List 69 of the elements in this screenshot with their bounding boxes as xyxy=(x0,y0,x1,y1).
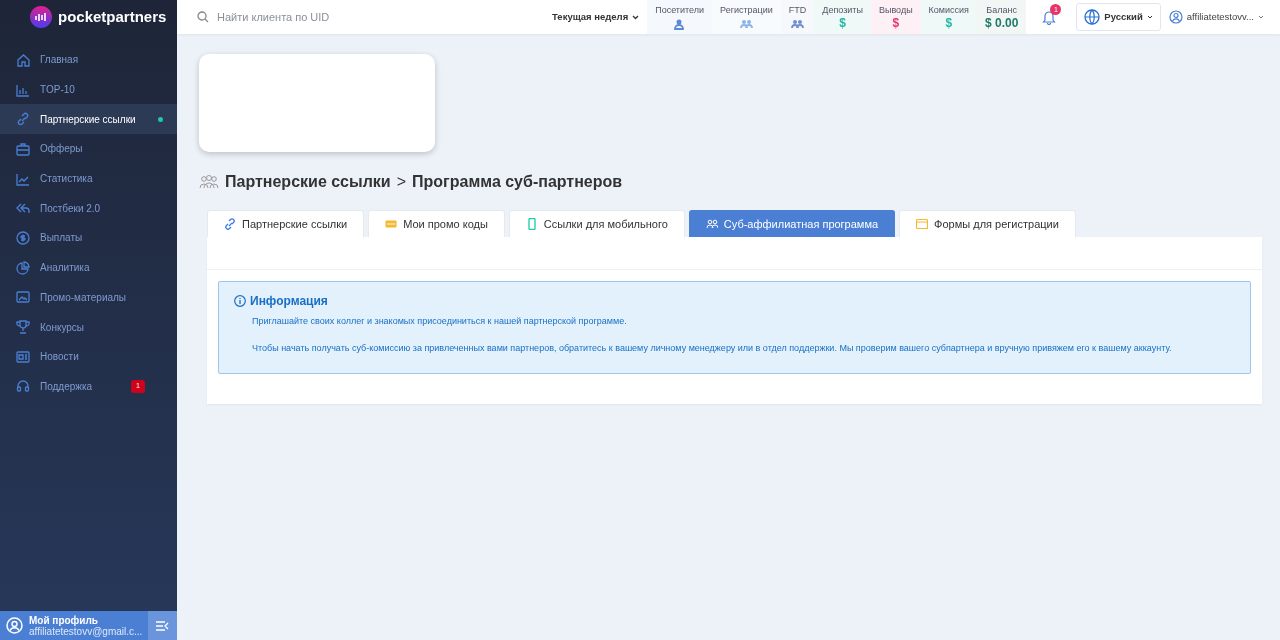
logo-icon xyxy=(30,6,52,28)
profile-title: Мой профиль xyxy=(29,614,100,626)
stat-value: $ 0.00 xyxy=(985,17,1019,31)
sidebar-item[interactable]: Промо-материалы xyxy=(0,282,177,313)
dollar-coin-icon xyxy=(16,230,30,245)
stat-label: FTD xyxy=(788,4,807,18)
stat-value: $ xyxy=(892,17,900,31)
tab[interactable]: Партнерские ссылки xyxy=(207,210,365,237)
stat-value: $ xyxy=(945,17,953,31)
chevron-down-icon xyxy=(1146,15,1153,19)
page-title: Программа суб-партнеров xyxy=(412,172,623,192)
tab[interactable]: Суб-аффилиатная программа xyxy=(688,210,896,237)
menu-collapse-icon[interactable] xyxy=(148,611,177,640)
sidebar-item[interactable]: Статистика xyxy=(0,163,177,194)
briefcase-icon xyxy=(16,141,30,156)
sidebar-item[interactable]: Выплаты xyxy=(0,223,177,253)
stat-label: Комиссия xyxy=(928,3,969,17)
line-chart-icon xyxy=(16,171,30,186)
tab[interactable]: Формы для регистрации xyxy=(899,210,1076,237)
pie-chart-icon xyxy=(16,260,30,275)
bell-icon xyxy=(1042,9,1057,26)
chevron-down-icon xyxy=(632,14,640,20)
tab[interactable]: Мои промо коды xyxy=(368,210,505,237)
stat-label: Депозиты xyxy=(822,3,863,17)
link-icon xyxy=(224,218,236,230)
sidebar-item[interactable]: Главная xyxy=(0,45,177,75)
newspaper-icon xyxy=(16,349,30,364)
active-dot-icon xyxy=(158,116,163,122)
sidebar-item[interactable]: Аналитика xyxy=(0,252,177,283)
breadcrumb-separator: > xyxy=(396,172,407,192)
sidebar-item[interactable]: Партнерские ссылки xyxy=(0,104,177,135)
info-text: Чтобы начать получать суб-комиссию за привлеченных вами партнеров, обратитесь к вашему личному менеджеру или в отдел поддержки. Мы проверим вашего субпартнера и вручную привяжем его к вашему аккаунту. xyxy=(251,341,1173,355)
sidebar-item[interactable]: Офферы xyxy=(0,134,177,164)
sidebar-item[interactable]: TOP-10 xyxy=(0,74,177,105)
window-icon xyxy=(916,218,929,230)
ticket-icon xyxy=(385,218,398,230)
brand-name: pocketpartners xyxy=(58,6,167,27)
sidebar-item[interactable]: Постбеки 2.0 xyxy=(0,193,177,224)
trophy-icon xyxy=(16,320,30,335)
phone-icon xyxy=(525,218,538,230)
tab[interactable]: Ссылки для мобильного xyxy=(508,210,685,237)
bar-chart-icon xyxy=(16,82,30,97)
headset-icon xyxy=(16,379,30,394)
stat-label: Посетители xyxy=(655,4,705,18)
reply-arrows-icon xyxy=(16,201,30,216)
stat-label: Баланс xyxy=(986,3,1017,17)
group-icon xyxy=(705,218,718,230)
info-icon xyxy=(234,295,246,307)
stat-label: Выводы xyxy=(878,3,913,17)
user-circle-icon xyxy=(1168,10,1183,24)
user-circle-icon xyxy=(6,617,23,634)
stat-label: Регистрации xyxy=(720,4,773,18)
sidebar-item[interactable]: Конкурсы xyxy=(0,312,177,342)
chevron-down-icon xyxy=(1258,15,1264,19)
breadcrumb-link[interactable]: Партнерские ссылки xyxy=(225,170,391,194)
link-icon xyxy=(16,112,30,127)
stat-value: $ xyxy=(839,17,846,31)
sidebar-item[interactable]: Новости xyxy=(0,341,177,372)
period-dropdown[interactable]: Текущая неделя xyxy=(552,9,640,25)
group-icon xyxy=(199,174,219,190)
info-title: Информация xyxy=(250,293,328,310)
language-dropdown[interactable]: Русский xyxy=(1076,3,1161,31)
profile-email: affiliatetestovv@gmail.c... xyxy=(29,625,143,637)
search-icon xyxy=(197,11,209,23)
user-menu[interactable]: affiliatetestovv... xyxy=(1168,9,1264,25)
image-icon xyxy=(16,290,30,305)
info-text: Приглашайте своих коллег и знакомых присоединиться к нашей партнерской программе. xyxy=(251,315,628,328)
globe-icon xyxy=(1084,9,1101,25)
home-icon xyxy=(16,52,30,67)
